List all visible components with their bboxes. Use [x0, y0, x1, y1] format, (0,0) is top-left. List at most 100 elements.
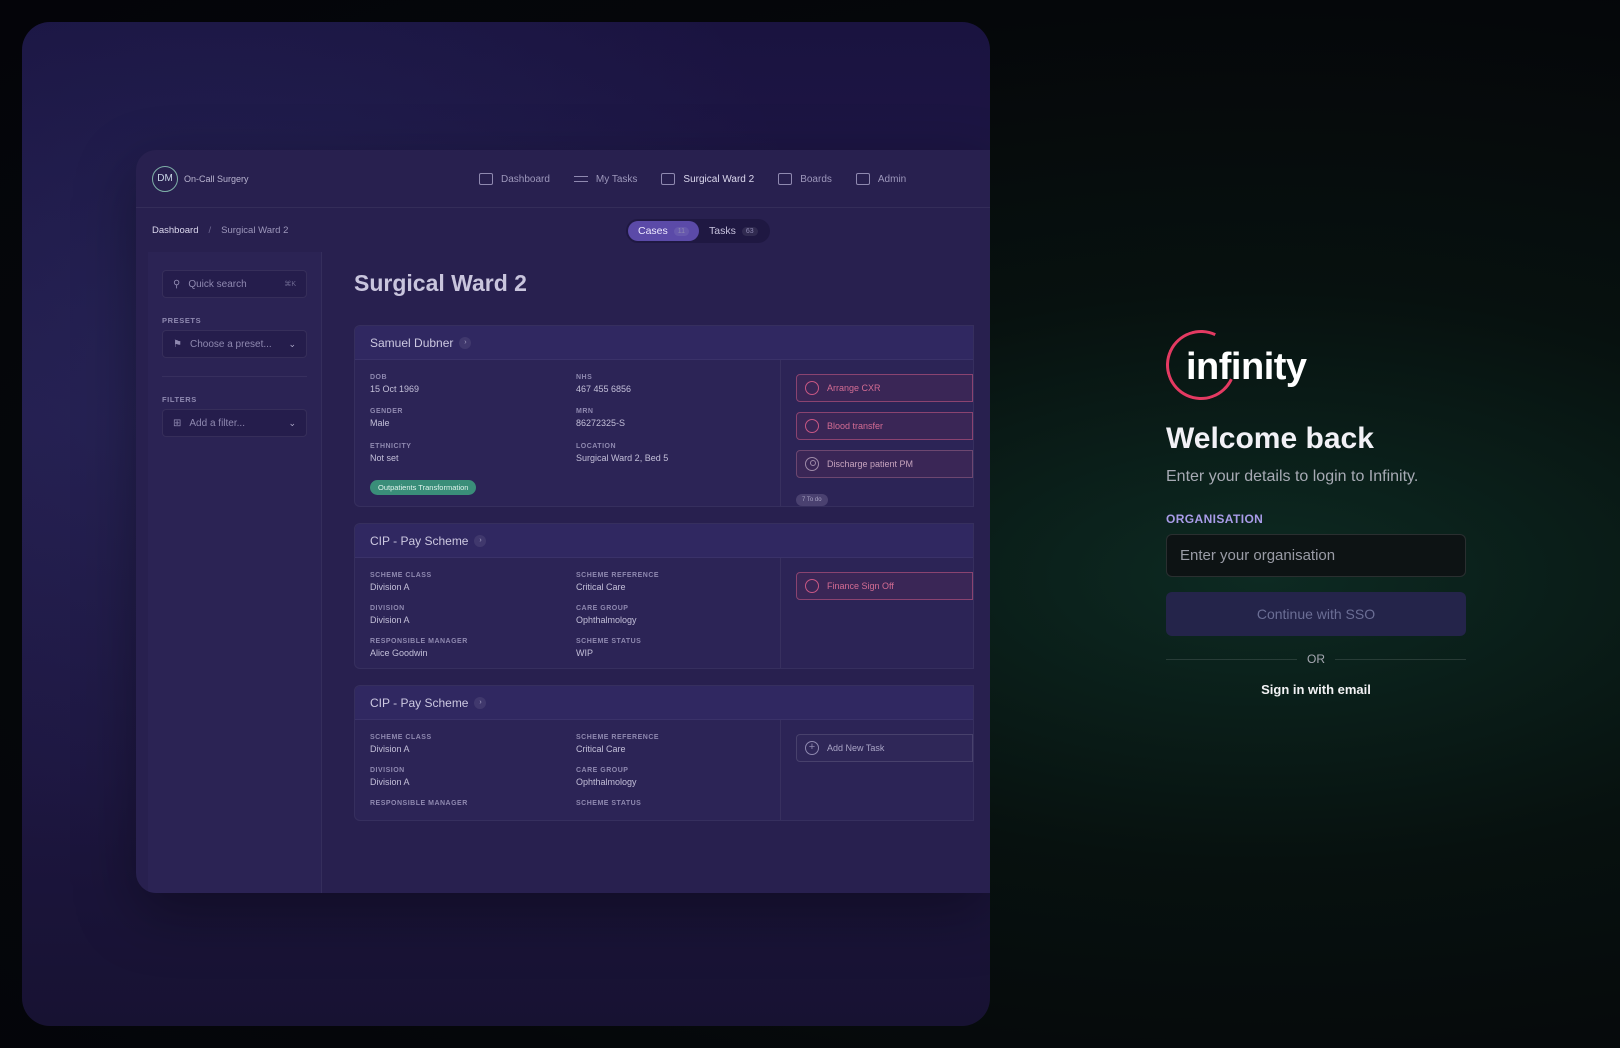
tasks-count-badge: 63	[741, 226, 758, 236]
nav-dashboard[interactable]: Dashboard	[479, 173, 550, 185]
breadcrumb-separator: /	[208, 224, 212, 236]
breadcrumb-current: Surgical Ward 2	[221, 224, 289, 236]
tab-tasks[interactable]: Tasks 63	[699, 221, 768, 241]
main-nav: Dashboard My Tasks Surgical Ward 2 Board…	[479, 150, 906, 208]
cases-count-badge: 11	[673, 226, 690, 236]
field-value: WIP	[576, 648, 593, 658]
task-label: Finance Sign Off	[827, 581, 894, 591]
case-header[interactable]: Samuel Dubner ›	[355, 326, 973, 360]
field-scheme-class: SCHEME CLASS Division A	[370, 734, 576, 754]
task-item[interactable]: Finance Sign Off	[796, 572, 973, 600]
nav-label: My Tasks	[595, 173, 638, 185]
chevron-down-icon: ⌄	[288, 417, 296, 428]
add-task-label: Add New Task	[827, 743, 885, 753]
task-label: Discharge patient PM	[827, 459, 914, 469]
nav-surgical-ward-2[interactable]: Surgical Ward 2	[661, 173, 754, 185]
case-details: SCHEME CLASS Division A SCHEME REFERENCE C…	[355, 558, 781, 668]
task-item[interactable]: Arrange CXR	[796, 374, 973, 402]
field-gender: GENDER Male	[370, 408, 576, 429]
organisation-input[interactable]	[1166, 534, 1466, 577]
field-value: 467 455 6856	[576, 384, 632, 394]
case-body: SCHEME CLASS Division A SCHEME REFERENCE C…	[355, 720, 973, 820]
organisation-label: ORGANISATION	[1166, 512, 1264, 526]
avatar[interactable]: DM	[152, 165, 178, 192]
task-label: Arrange CXR	[827, 383, 881, 393]
field-mrn: MRN 86272325-S	[576, 408, 782, 429]
preset-select[interactable]: ⚑ Choose a preset... ⌄	[162, 330, 307, 358]
field-scheme-reference: SCHEME REFERENCE Critical Care	[576, 572, 782, 592]
sign-in-email-link[interactable]: Sign in with email	[1166, 682, 1466, 697]
nav-my-tasks[interactable]: My Tasks	[573, 173, 638, 185]
case-tag: Outpatients Transformation	[370, 477, 782, 496]
field-responsible-manager: RESPONSIBLE MANAGER	[370, 800, 576, 810]
task-checkbox-icon[interactable]	[805, 381, 819, 395]
field-key: DIVISION	[370, 767, 405, 774]
field-care-group: CARE GROUP Ophthalmology	[576, 767, 782, 787]
add-new-task-button[interactable]: + Add New Task	[796, 734, 973, 762]
case-header[interactable]: CIP - Pay Scheme ›	[355, 686, 973, 720]
presets-label: PRESETS	[162, 316, 202, 325]
top-navbar: DM On-Call Surgery Dashboard My Tasks Su…	[136, 150, 990, 208]
nav-boards[interactable]: Boards	[778, 173, 832, 185]
filter-sidebar: ⚲ Quick search ⌘K PRESETS ⚑ Choose a pre…	[148, 252, 322, 893]
user-icon	[805, 457, 819, 471]
field-value: 15 Oct 1969	[370, 384, 420, 394]
field-key: SCHEME CLASS	[370, 572, 432, 579]
case-title: Samuel Dubner	[370, 335, 454, 350]
breadcrumb-row: Dashboard / Surgical Ward 2 Cases 11 Tas…	[136, 208, 990, 252]
breadcrumb-root[interactable]: Dashboard	[152, 225, 198, 236]
task-checkbox-icon[interactable]	[805, 419, 819, 433]
field-division: DIVISION Division A	[370, 767, 576, 787]
field-key: CARE GROUP	[576, 767, 629, 774]
field-value: 86272325-S	[576, 418, 626, 429]
case-body: SCHEME CLASS Division A SCHEME REFERENCE C…	[355, 558, 973, 668]
task-item[interactable]: Discharge patient PM	[796, 450, 973, 478]
field-key: DOB	[370, 374, 388, 381]
nav-label: Surgical Ward 2	[683, 173, 755, 185]
divider-line	[1166, 658, 1297, 660]
login-subtitle: Enter your details to login to Infinity.	[1166, 468, 1419, 485]
field-division: DIVISION Division A	[370, 605, 576, 625]
chevron-down-icon: ⌄	[288, 338, 296, 349]
filter-placeholder: Add a filter...	[189, 417, 245, 429]
field-value: Ophthalmology	[576, 777, 637, 787]
divider	[162, 376, 307, 377]
nav-label: Admin	[877, 173, 907, 185]
admin-icon	[855, 173, 870, 185]
tab-cases[interactable]: Cases 11	[628, 221, 700, 241]
field-value: Surgical Ward 2, Bed 5	[576, 452, 669, 463]
chevron-right-icon[interactable]: ›	[474, 534, 487, 547]
case-card: CIP - Pay Scheme › SCHEME CLASS Division …	[354, 523, 974, 669]
add-filter-select[interactable]: ⊞ Add a filter... ⌄	[162, 409, 307, 437]
field-key: SCHEME REFERENCE	[576, 572, 660, 579]
chevron-right-icon[interactable]: ›	[459, 336, 472, 349]
list-icon	[573, 173, 588, 185]
filters-label: FILTERS	[162, 395, 197, 404]
field-value: Alice Goodwin	[370, 648, 428, 658]
task-checkbox-icon[interactable]	[805, 579, 819, 593]
task-item[interactable]: Blood transfer	[796, 412, 973, 440]
quick-search-input[interactable]: ⚲ Quick search ⌘K	[162, 270, 307, 298]
field-value: Critical Care	[576, 744, 626, 754]
case-tasks: + Add New Task	[781, 720, 973, 820]
chevron-right-icon[interactable]: ›	[474, 696, 487, 709]
field-value: Division A	[370, 777, 410, 787]
field-ethnicity: ETHNICITY Not set	[370, 443, 576, 464]
field-location: LOCATION Surgical Ward 2, Bed 5	[576, 443, 782, 464]
or-divider: OR	[1166, 652, 1466, 666]
case-title: CIP - Pay Scheme	[370, 695, 469, 710]
case-card: Samuel Dubner › DOB 15 Oct 1969 NHS 467 45…	[354, 325, 974, 507]
nav-label: Dashboard	[501, 173, 550, 185]
bookmark-icon: ⚑	[173, 338, 182, 350]
nav-admin[interactable]: Admin	[855, 173, 907, 185]
case-details: SCHEME CLASS Division A SCHEME REFERENCE C…	[355, 720, 781, 820]
plus-circle-icon: +	[805, 741, 819, 755]
preset-placeholder: Choose a preset...	[189, 338, 272, 350]
case-tasks: Finance Sign Off	[781, 558, 973, 668]
case-header[interactable]: CIP - Pay Scheme ›	[355, 524, 973, 558]
todo-badge[interactable]: 7 To do	[796, 494, 828, 506]
continue-sso-button[interactable]: Continue with SSO	[1166, 592, 1466, 636]
field-key: GENDER	[370, 408, 403, 416]
app-preview-card: DM On-Call Surgery Dashboard My Tasks Su…	[22, 22, 990, 1026]
app-window: DM On-Call Surgery Dashboard My Tasks Su…	[136, 150, 990, 893]
